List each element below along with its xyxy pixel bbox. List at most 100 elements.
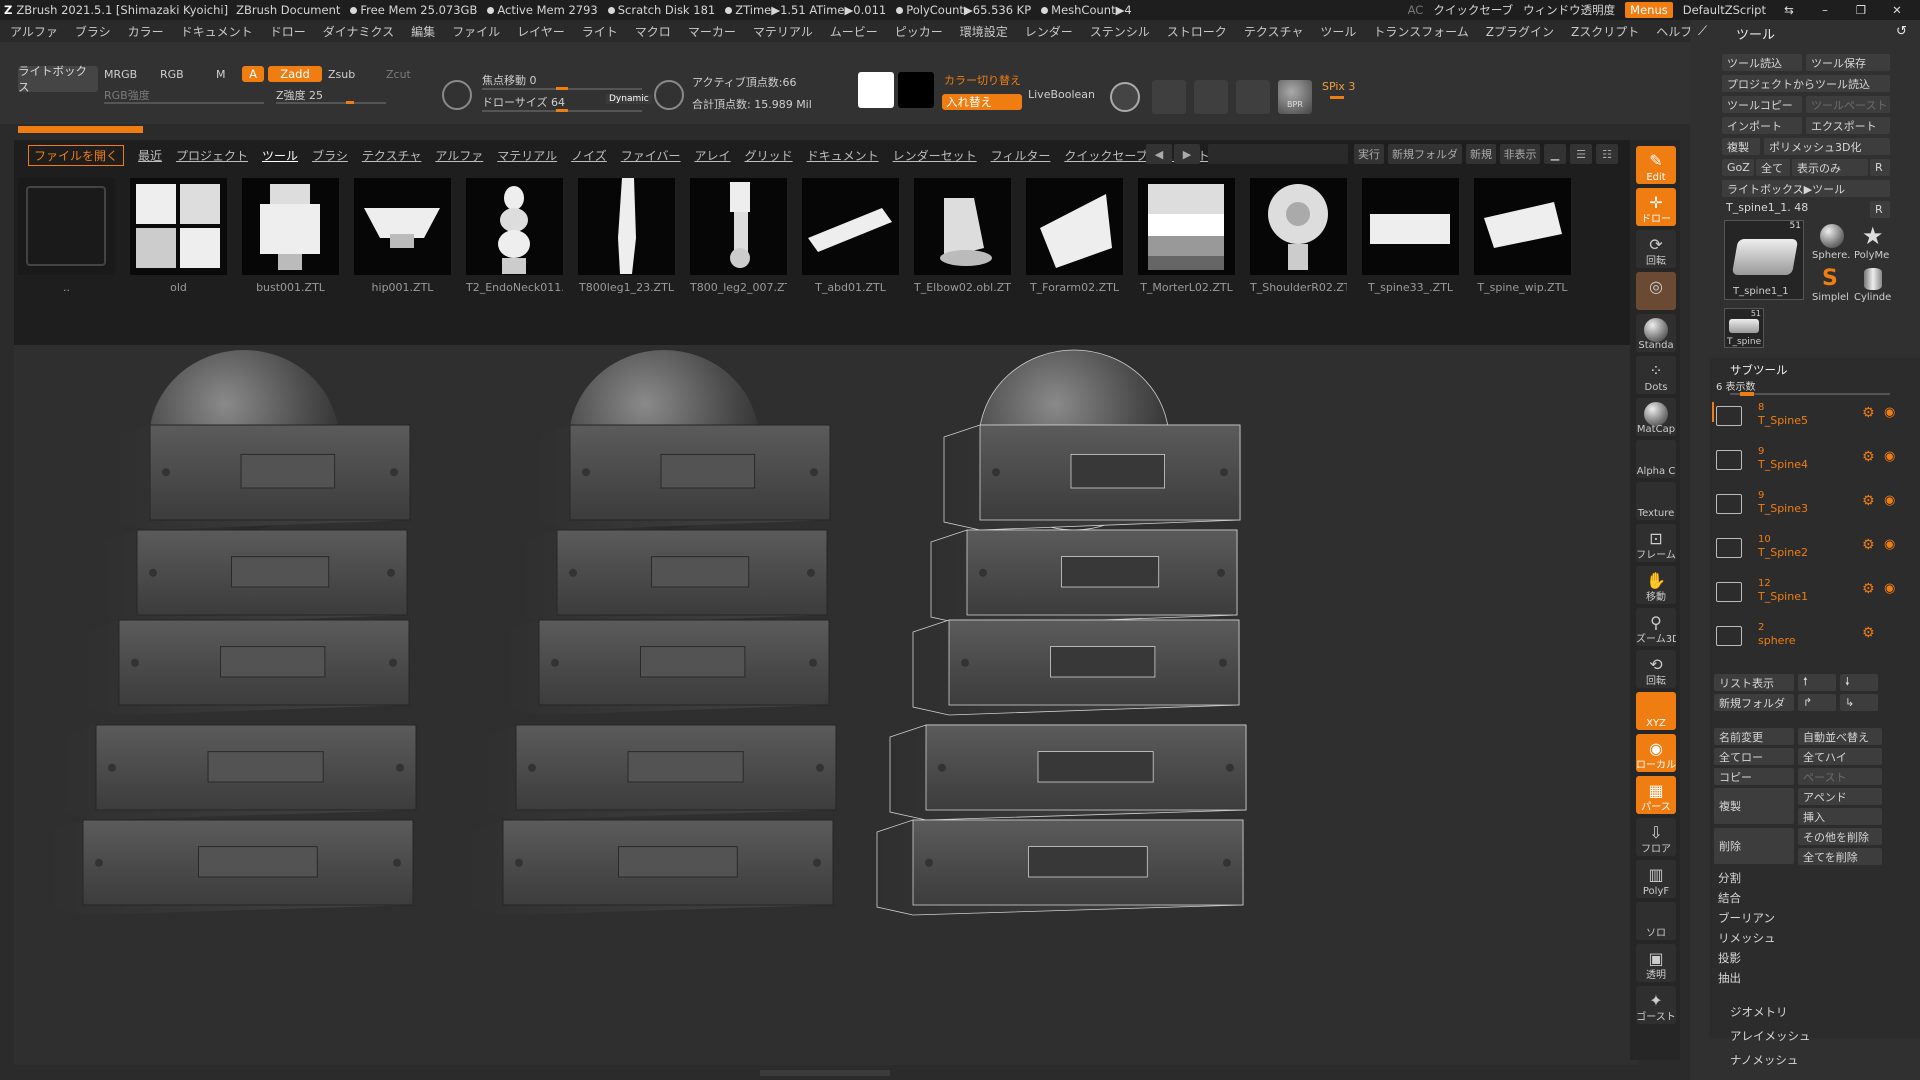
menu-item[interactable]: ツール <box>1320 23 1356 40</box>
menu-item[interactable]: ファイル <box>452 23 500 40</box>
lightbox-tools-button[interactable]: ライトボックス▶ツール <box>1722 180 1890 197</box>
all-high-button[interactable]: 全てハイ <box>1798 748 1882 765</box>
sphere-tool[interactable]: Sphere. <box>1812 224 1852 264</box>
arrow-down-right-icon[interactable]: ↳ <box>1840 694 1878 711</box>
cylinder-tool[interactable]: Cylinde <box>1854 266 1894 306</box>
menu-item[interactable]: レイヤー <box>517 23 565 40</box>
load-from-project-button[interactable]: プロジェクトからツール読込 <box>1722 75 1890 92</box>
shelf-button[interactable]: XYZ <box>1636 692 1676 730</box>
shelf-button[interactable]: ▦ パース <box>1636 776 1676 814</box>
menus-button[interactable]: Menus <box>1625 2 1673 18</box>
lightbox-thumbnail[interactable]: T_spine33_.ZTL <box>1362 178 1459 294</box>
spix-slider[interactable] <box>1330 96 1344 99</box>
remesh-menu[interactable]: リメッシュ <box>1718 930 1776 946</box>
zsub-button[interactable]: Zsub <box>328 68 355 81</box>
shelf-button[interactable]: ⚲ ズーム3D <box>1636 608 1676 646</box>
delete-all-button[interactable]: 全てを削除 <box>1798 848 1882 865</box>
next-arrow-icon[interactable]: ▶ <box>1174 144 1200 164</box>
menu-item[interactable]: 編集 <box>411 23 435 40</box>
copy-subtool-button[interactable]: コピー <box>1714 768 1794 785</box>
lightbox-thumbnail[interactable]: hip001.ZTL <box>354 178 451 294</box>
lightbox-tab[interactable]: プロジェクト <box>176 147 248 164</box>
draw-size-knob[interactable] <box>556 109 568 112</box>
eye-icon[interactable]: ◉ <box>1884 405 1895 420</box>
lightbox-thumbnail[interactable]: T_abd01.ZTL <box>802 178 899 294</box>
prev-arrow-icon[interactable]: ◀ <box>1146 144 1172 164</box>
paste-subtool-button[interactable]: ペースト <box>1798 768 1882 785</box>
append-button[interactable]: アペンド <box>1798 788 1882 805</box>
lightbox-tab[interactable]: アルファ <box>435 147 483 164</box>
lightbox-thumbnail[interactable]: bust001.ZTL <box>242 178 339 294</box>
shelf-button[interactable]: MatCap <box>1636 398 1676 436</box>
quicksave-button[interactable]: クイックセーブ <box>1433 2 1513 18</box>
goz-all-button[interactable]: 全て <box>1756 159 1790 176</box>
palette-close-icon[interactable]: ↺ <box>1896 24 1907 39</box>
symmetry-icon[interactable] <box>1110 82 1140 112</box>
shelf-button[interactable]: ⊡ フレーム <box>1636 524 1676 562</box>
shelf-button[interactable]: ◎ <box>1636 272 1676 310</box>
lightbox-tab[interactable]: ブラシ <box>312 147 348 164</box>
paste-tool-button[interactable]: ツールペースト <box>1806 96 1890 113</box>
menu-item[interactable]: ヘルプ <box>1656 23 1692 40</box>
live-boolean-button[interactable]: LiveBoolean <box>1028 88 1095 101</box>
secondary-color-swatch[interactable] <box>898 72 934 108</box>
copy-tool-button[interactable]: ツールコピー <box>1722 96 1802 113</box>
visible-count-knob[interactable] <box>1740 392 1754 396</box>
shelf-button[interactable]: ⇩ フロア <box>1636 818 1676 856</box>
lightbox-tab[interactable]: ドキュメント <box>807 147 879 164</box>
shelf-button[interactable]: Texture <box>1636 482 1676 520</box>
boolean-menu[interactable]: ブーリアン <box>1718 910 1775 926</box>
shelf-button[interactable]: ソロ <box>1636 902 1676 940</box>
menu-item[interactable]: マーカー <box>688 23 736 40</box>
move-down-icon[interactable]: 🠗 <box>1840 674 1878 691</box>
lightbox-tab[interactable]: ノイズ <box>571 147 607 164</box>
subtool-item[interactable]: 10 T_Spine2 ⚙ ◉ <box>1716 532 1906 566</box>
subtool-item[interactable]: 12 T_Spine1 ⚙ ◉ <box>1716 576 1906 610</box>
shelf-button[interactable]: ▣ 透明 <box>1636 944 1676 982</box>
swap-button[interactable]: 入れ替え <box>942 94 1022 110</box>
z-intensity-slider[interactable] <box>276 102 386 104</box>
clone-button[interactable]: 複製 <box>1722 138 1760 155</box>
shelf-button[interactable]: ⟳ 回転 <box>1636 230 1676 268</box>
export-button[interactable]: エクスポート <box>1806 117 1890 134</box>
close-icon[interactable]: ✕ <box>1884 3 1910 17</box>
lightbox-thumbnail[interactable]: T800leg1_23.ZTL <box>578 178 675 294</box>
gear-icon[interactable]: ⚙ <box>1862 449 1875 465</box>
a-button[interactable]: A <box>242 66 264 82</box>
lock-icon[interactable] <box>1236 80 1270 114</box>
new-button[interactable]: 新規 <box>1466 144 1496 164</box>
rename-button[interactable]: 名前変更 <box>1714 728 1794 745</box>
move-up-icon[interactable]: 🠕 <box>1798 674 1836 691</box>
zadd-button[interactable]: Zadd <box>268 66 322 82</box>
lightbox-thumbnail[interactable]: T800_leg2_007.ZTl <box>690 178 787 294</box>
zcut-button[interactable]: Zcut <box>386 68 411 81</box>
import-button[interactable]: インポート <box>1722 117 1802 134</box>
menu-item[interactable]: ライト <box>582 23 618 40</box>
arraymesh-menu[interactable]: アレイメッシュ <box>1730 1028 1811 1044</box>
menu-item[interactable]: Zプラグイン <box>1486 23 1554 40</box>
lightbox-tab[interactable]: ファイバー <box>621 147 681 164</box>
list-all-button[interactable]: リスト表示 <box>1714 674 1794 691</box>
lightbox-tab[interactable]: レンダーセット <box>893 147 977 164</box>
lightbox-button[interactable]: ライトボックス <box>18 64 98 94</box>
list-view-icon[interactable]: ▁ <box>1544 144 1566 164</box>
new-folder-button[interactable]: 新規フォルダ <box>1388 144 1462 164</box>
medium-view-icon[interactable]: ☰ <box>1570 144 1592 164</box>
transp-icon[interactable] <box>1194 80 1228 114</box>
gear-icon[interactable]: ⚙ <box>1862 537 1875 553</box>
menu-item[interactable]: カラー <box>128 23 164 40</box>
menu-item[interactable]: ムービー <box>830 23 878 40</box>
small-tool-thumb[interactable]: 51 T_spine <box>1724 308 1764 348</box>
gear-icon[interactable]: ⚙ <box>1862 493 1875 509</box>
menu-item[interactable]: トランスフォーム <box>1373 23 1468 40</box>
merge-menu[interactable]: 結合 <box>1718 890 1741 906</box>
load-tool-button[interactable]: ツール読込 <box>1722 54 1802 71</box>
maximize-icon[interactable]: ❐ <box>1848 3 1874 17</box>
3d-viewport[interactable] <box>14 345 1639 1065</box>
delete-button[interactable]: 削除 <box>1714 828 1794 864</box>
shelf-button[interactable]: ◉ ローカル <box>1636 734 1676 772</box>
lightbox-tab[interactable]: テクスチャ <box>362 147 422 164</box>
geometry-menu[interactable]: ジオメトリ <box>1730 1004 1788 1020</box>
rgb-button[interactable]: RGB <box>160 68 184 81</box>
extract-menu[interactable]: 抽出 <box>1718 970 1741 986</box>
